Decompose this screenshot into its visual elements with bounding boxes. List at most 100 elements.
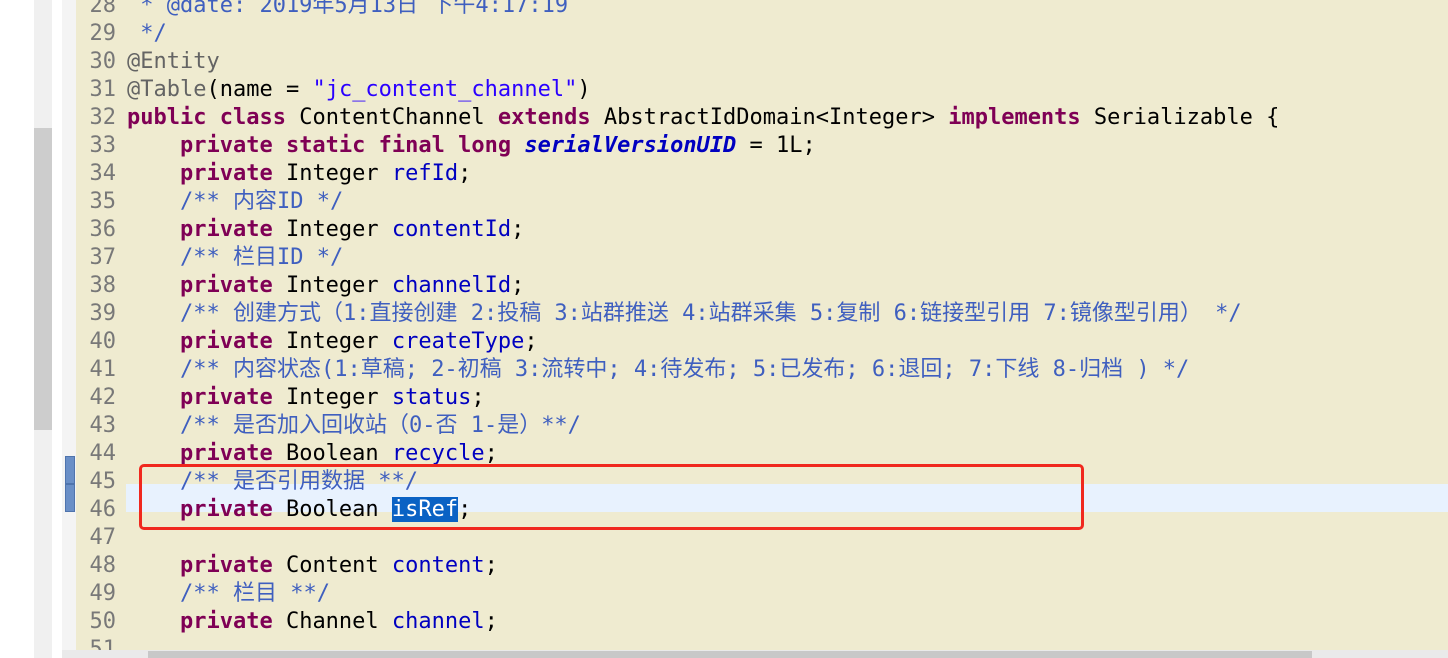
code-content[interactable]: /** 内容ID */ — [127, 188, 343, 216]
field-token: channel — [391, 609, 485, 634]
keyword-token: private static final long — [179, 133, 512, 158]
code-text-token: ) — [577, 77, 591, 102]
comment-token: /** 内容状态(1:草稿; 2-初稿 3:流转中; 4:待发布; 5:已发布;… — [179, 357, 1190, 382]
change-marker[interactable] — [65, 456, 75, 484]
code-content[interactable]: private Integer refId; — [127, 160, 471, 188]
comment-token: /** 栏目ID */ — [179, 245, 344, 270]
line-number: 37 — [89, 245, 117, 270]
change-marker[interactable] — [65, 484, 75, 512]
line-number: 42 — [89, 385, 117, 410]
code-text-token: = 1L; — [736, 133, 816, 158]
annotation-token: @Table — [127, 77, 207, 102]
line-number: 51 — [89, 637, 117, 650]
code-text-token: Integer — [272, 385, 392, 410]
code-content[interactable]: * @date: 2019年5月13日 下午4:17:19 — [127, 0, 568, 20]
code-content[interactable]: @Entity — [127, 48, 220, 76]
quick-diff-ruler — [62, 0, 76, 658]
code-content[interactable]: private Integer channelId; — [127, 272, 524, 300]
code-content[interactable]: private Integer contentId; — [127, 216, 524, 244]
field-token: createType — [391, 329, 525, 354]
code-text-token: ; — [458, 161, 472, 186]
line-number: 46 — [89, 497, 117, 522]
keyword-token: private — [179, 609, 273, 634]
code-text-token: ; — [511, 273, 525, 298]
vertical-scrollbar-thumb[interactable] — [34, 128, 52, 430]
line-number: 48 — [89, 553, 117, 578]
line-number: 50 — [89, 609, 117, 634]
comment-token: * @date: 2019年5月13日 下午4:17:19 — [127, 0, 569, 18]
code-text-token: (name = — [206, 77, 313, 102]
line-number: 34 — [89, 161, 117, 186]
code-text-token: ; — [484, 441, 498, 466]
code-content[interactable]: /** 栏目ID */ — [127, 244, 343, 272]
line-number: 32 — [89, 105, 117, 130]
field-token: refId — [391, 161, 459, 186]
comment-token: /** 创建方式（1:直接创建 2:投稿 3:站群推送 4:站群采集 5:复制 … — [179, 301, 1242, 326]
line-number: 38 — [89, 273, 117, 298]
code-content[interactable]: @Table(name = "jc_content_channel") — [127, 76, 591, 104]
field-token: contentId — [391, 217, 512, 242]
code-content[interactable]: /** 栏目 **/ — [127, 580, 330, 608]
code-editor[interactable]: 28 * @date: 2019年5月13日 下午4:17:19 29 */ 30 @… — [76, 0, 1448, 650]
line-number: 30 — [89, 49, 117, 74]
code-text-token: Integer — [272, 217, 392, 242]
code-content[interactable]: private Integer createType; — [127, 328, 538, 356]
line-number: 44 — [89, 441, 117, 466]
code-text-token: ; — [484, 609, 498, 634]
comment-token: /** 是否加入回收站（0-否 1-是）**/ — [179, 413, 581, 438]
field-token: status — [391, 385, 472, 410]
code-text-token: Channel — [272, 609, 392, 634]
keyword-token: private — [179, 161, 273, 186]
keyword-token: private — [179, 217, 273, 242]
keyword-token: private — [179, 441, 273, 466]
code-content[interactable]: private static final long serialVersionU… — [127, 132, 816, 160]
field-token: channelId — [391, 273, 512, 298]
code-content[interactable]: /** 创建方式（1:直接创建 2:投稿 3:站群推送 4:站群采集 5:复制 … — [127, 300, 1242, 328]
line-number: 40 — [89, 329, 117, 354]
code-content[interactable]: private Channel channel; — [127, 608, 498, 636]
static-field-token: serialVersionUID — [524, 133, 737, 158]
code-content[interactable]: */ — [127, 20, 167, 48]
code-content[interactable]: /** 内容状态(1:草稿; 2-初稿 3:流转中; 4:待发布; 5:已发布;… — [127, 356, 1189, 384]
code-content[interactable]: private Integer status; — [127, 384, 485, 412]
gutter-gap — [52, 0, 62, 658]
line-number: 47 — [89, 525, 117, 550]
code-text-token: Serializable { — [1080, 105, 1280, 130]
line-number: 45 — [89, 469, 117, 494]
line-number: 49 — [89, 581, 117, 606]
line-number: 31 — [89, 77, 117, 102]
left-margin — [0, 0, 34, 658]
code-text-token: ; — [524, 329, 538, 354]
code-text-token: ; — [471, 385, 485, 410]
keyword-token: extends — [497, 105, 591, 130]
code-content[interactable]: public class ContentChannel extends Abst… — [127, 104, 1279, 132]
code-text-token: ContentChannel — [285, 105, 498, 130]
horizontal-scrollbar-thumb[interactable] — [148, 651, 1312, 658]
line-number: 28 — [89, 0, 117, 18]
line-number: 29 — [89, 21, 117, 46]
code-text-token: Integer — [272, 273, 392, 298]
string-token: "jc_content_channel" — [312, 77, 578, 102]
comment-token: /** 内容ID */ — [179, 189, 344, 214]
code-content[interactable]: /** 是否加入回收站（0-否 1-是）**/ — [127, 412, 581, 440]
field-token: content — [391, 553, 485, 578]
comment-token: */ — [127, 21, 167, 46]
line-number: 36 — [89, 217, 117, 242]
line-number: 43 — [89, 413, 117, 438]
line-number: 39 — [89, 301, 117, 326]
keyword-token: private — [179, 273, 273, 298]
annotation-highlight-box — [139, 464, 1084, 530]
code-content[interactable]: private Content content; — [127, 552, 498, 580]
